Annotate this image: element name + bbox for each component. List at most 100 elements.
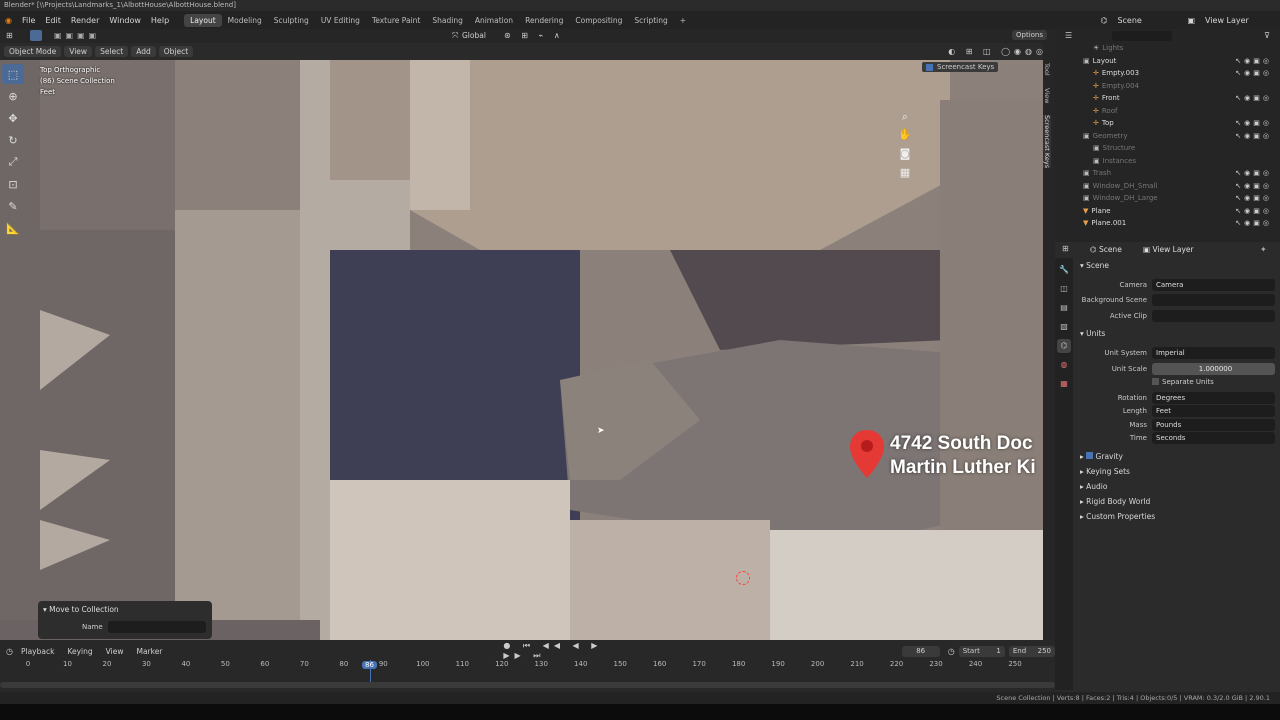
3d-viewport[interactable]: 4742 South Doc Martin Luther Ki Top Orth… xyxy=(0,60,1043,640)
visibility-toggle-icons[interactable]: ↖◉▣◎ xyxy=(1235,169,1272,177)
transform-tool-icon[interactable]: ⊡ xyxy=(2,174,24,194)
mass-dropdown[interactable]: Pounds xyxy=(1152,418,1275,431)
workspace-tab-uv-editing[interactable]: UV Editing xyxy=(315,14,366,27)
unit-scale-field[interactable]: 1.000000 xyxy=(1152,362,1275,375)
visibility-toggle-icons[interactable]: ↖◉▣◎ xyxy=(1235,219,1272,227)
workspace-tab-layout[interactable]: Layout xyxy=(184,13,222,27)
marker-menu[interactable]: Marker xyxy=(131,646,167,657)
visibility-toggle-icons[interactable]: ↖◉▣◎ xyxy=(1235,132,1272,140)
menu-file[interactable]: File xyxy=(17,16,40,25)
outliner-row[interactable]: ▣ Structure xyxy=(1055,142,1280,155)
workspace-tab-texture-paint[interactable]: Texture Paint xyxy=(366,14,426,27)
menu-edit[interactable]: Edit xyxy=(40,16,66,25)
playhead[interactable]: 86 xyxy=(362,660,377,669)
add-menu[interactable]: Add xyxy=(131,46,156,57)
view-layer-selector[interactable]: View Layer xyxy=(1200,16,1280,25)
tool-tab-icon[interactable]: 🔧 xyxy=(1057,263,1071,277)
separate-units-checkbox[interactable] xyxy=(1152,378,1159,385)
units-section-header[interactable]: ▾ Units xyxy=(1080,329,1105,338)
sidebar-tab-screencast-keys[interactable]: Screencast Keys xyxy=(1043,115,1051,169)
outliner-row[interactable]: ✛ Top ↖◉▣◎ xyxy=(1055,117,1280,130)
keying-sets-section[interactable]: ▸ Keying Sets xyxy=(1080,467,1130,476)
zoom-icon[interactable]: ⌕ xyxy=(898,110,912,124)
pan-hand-icon[interactable]: ✋ xyxy=(898,128,912,142)
camera-field[interactable]: Camera xyxy=(1152,278,1275,291)
workspace-tab-sculpting[interactable]: Sculpting xyxy=(268,14,315,27)
select-tool-icon[interactable]: ⬚ xyxy=(2,64,24,84)
add-workspace-icon[interactable]: + xyxy=(674,14,692,27)
outliner-search-input[interactable] xyxy=(1112,30,1173,41)
playback-menu[interactable]: Playback xyxy=(16,646,59,657)
current-frame-field[interactable]: 86 xyxy=(901,645,940,657)
outliner-row[interactable]: ✛ Front ↖◉▣◎ xyxy=(1055,92,1280,105)
unit-system-dropdown[interactable]: Imperial xyxy=(1152,346,1275,359)
rotate-tool-icon[interactable]: ↻ xyxy=(2,130,24,150)
select-box-icon[interactable] xyxy=(30,30,42,41)
screencast-keys-toggle[interactable]: Screencast Keys xyxy=(922,62,999,72)
workspace-tab-rendering[interactable]: Rendering xyxy=(519,14,569,27)
select-menu[interactable]: Select xyxy=(95,46,129,57)
workspace-tab-animation[interactable]: Animation xyxy=(469,14,519,27)
view-layer-tab-icon[interactable]: ▧ xyxy=(1057,320,1071,334)
pin-icon[interactable]: ✦ xyxy=(1260,245,1267,254)
render-tab-icon[interactable]: ◫ xyxy=(1057,282,1071,296)
gravity-checkbox[interactable] xyxy=(1086,452,1094,459)
scene-section-header[interactable]: ▾ Scene xyxy=(1080,261,1109,270)
custom-properties-section[interactable]: ▸ Custom Properties xyxy=(1080,512,1155,521)
outliner-row[interactable]: ▼ Plane ↖◉▣◎ xyxy=(1055,205,1280,218)
active-clip-field[interactable] xyxy=(1152,309,1275,322)
outliner-row[interactable]: ✛ Roof xyxy=(1055,105,1280,118)
rotation-dropdown[interactable]: Degrees xyxy=(1152,391,1275,404)
outliner-row[interactable]: ▣ Instances xyxy=(1055,155,1280,168)
select-mode-icons[interactable]: ▣▣▣▣ xyxy=(54,31,100,40)
visibility-toggle-icons[interactable]: ↖◉▣◎ xyxy=(1235,57,1272,65)
outliner-row[interactable]: ▼ Plane.001 ↖◉▣◎ xyxy=(1055,217,1280,230)
blender-logo-icon[interactable]: ◉ xyxy=(0,16,17,25)
menu-help[interactable]: Help xyxy=(146,16,174,25)
viewport-shading-icons[interactable]: ◐ ⊞ ◫ ◯◉◍◎ xyxy=(948,47,1047,56)
3d-cursor-icon[interactable] xyxy=(736,571,750,585)
options-button[interactable]: Options xyxy=(1012,30,1048,40)
menu-window[interactable]: Window xyxy=(104,16,146,25)
workspace-tab-shading[interactable]: Shading xyxy=(426,14,468,27)
outliner-row[interactable]: ☀ Lights xyxy=(1055,42,1280,55)
properties-tab-view-layer[interactable]: ▣ View Layer xyxy=(1143,245,1194,254)
menu-render[interactable]: Render xyxy=(66,16,104,25)
output-tab-icon[interactable]: ▤ xyxy=(1057,301,1071,315)
pivot-snap-icons[interactable]: ⊛ ⊞ ⌁ ∧ xyxy=(504,31,564,40)
move-tool-icon[interactable]: ✥ xyxy=(2,108,24,128)
filter-icon[interactable]: ⊽ xyxy=(1264,31,1270,40)
sidebar-tab-tool[interactable]: Tool xyxy=(1043,63,1051,76)
mode-dropdown[interactable]: Object Mode xyxy=(4,46,62,57)
measure-tool-icon[interactable]: 📐 xyxy=(2,218,24,238)
outliner-row[interactable]: ▣ Window_DH_Large ↖◉▣◎ xyxy=(1055,192,1280,205)
audio-section[interactable]: ▸ Audio xyxy=(1080,482,1107,491)
background-scene-field[interactable] xyxy=(1152,293,1275,306)
sidebar-tab-view[interactable]: View xyxy=(1043,88,1051,103)
workspace-tab-scripting[interactable]: Scripting xyxy=(628,14,673,27)
properties-tab-scene[interactable]: ⌬ Scene xyxy=(1090,245,1122,254)
redo-panel-title[interactable]: ▾ Move to Collection xyxy=(43,605,119,614)
visibility-toggle-icons[interactable]: ↖◉▣◎ xyxy=(1235,94,1272,102)
keying-menu[interactable]: Keying xyxy=(62,646,97,657)
properties-editor-icon[interactable]: ⊞ xyxy=(1062,244,1069,253)
cursor-tool-icon[interactable]: ⊕ xyxy=(2,86,24,106)
outliner-row[interactable]: ✛ Empty.004 xyxy=(1055,80,1280,93)
perspective-grid-icon[interactable]: ▦ xyxy=(898,166,912,180)
transform-orientation-dropdown[interactable]: Global xyxy=(462,31,486,40)
outliner-row[interactable]: ✛ Empty.003 ↖◉▣◎ xyxy=(1055,67,1280,80)
visibility-toggle-icons[interactable]: ↖◉▣◎ xyxy=(1235,119,1272,127)
end-frame-field[interactable]: End 250 xyxy=(1008,645,1055,657)
timeline-scrollbar[interactable] xyxy=(0,682,1055,688)
visibility-toggle-icons[interactable]: ↖◉▣◎ xyxy=(1235,194,1272,202)
workspace-tab-compositing[interactable]: Compositing xyxy=(569,14,628,27)
texture-tab-icon[interactable]: ▦ xyxy=(1057,377,1071,391)
visibility-toggle-icons[interactable]: ↖◉▣◎ xyxy=(1235,69,1272,77)
outliner-editor-icon[interactable]: ☰ xyxy=(1065,31,1072,40)
editor-type-icon[interactable]: ⊞ xyxy=(6,31,13,40)
outliner-row[interactable]: ▣ Trash ↖◉▣◎ xyxy=(1055,167,1280,180)
view-menu[interactable]: View xyxy=(64,46,93,57)
name-field[interactable] xyxy=(108,621,206,633)
timeline-editor-icon[interactable]: ◷ xyxy=(6,647,13,656)
annotate-tool-icon[interactable]: ✎ xyxy=(2,196,24,216)
